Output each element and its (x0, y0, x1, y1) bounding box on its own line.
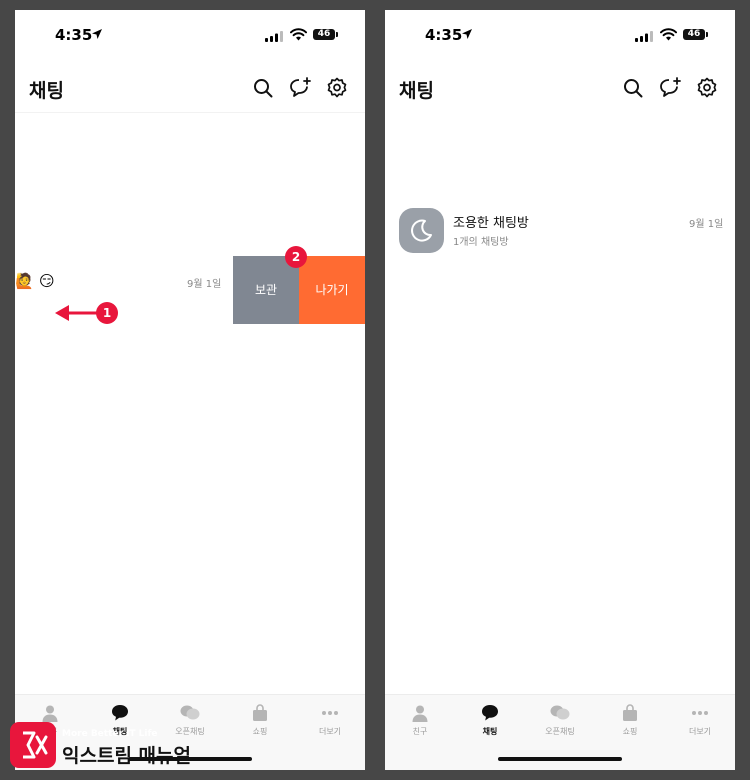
chat-bubble-icon (482, 705, 498, 721)
chat-bubble-icon (112, 705, 128, 721)
tab-label: 쇼핑 (622, 727, 638, 736)
moon-icon (411, 219, 432, 242)
location-arrow-icon (462, 29, 472, 39)
wifi-icon (290, 28, 307, 41)
new-chat-icon[interactable] (658, 76, 682, 100)
status-time: 4:35 (55, 26, 93, 44)
emoji-smirk: 😏 (39, 272, 55, 290)
more-dots-icon (692, 711, 708, 715)
signal-icon (635, 31, 653, 42)
chat-date: 9월 1일 (689, 219, 724, 230)
right-phone-screen: 4:35 46 채팅 조용한 채팅방 1개의 채팅방 9월 1일 친구 채팅 오… (385, 10, 735, 770)
wifi-icon (660, 28, 677, 41)
swipe-left-arrow-icon (55, 305, 97, 321)
watermark-tagline: More Better IT Life (62, 729, 158, 739)
step-badge-2: 2 (285, 246, 307, 268)
header-divider (15, 112, 365, 113)
gear-icon[interactable] (325, 76, 349, 100)
tab-label: 더보기 (688, 727, 712, 736)
signal-icon (265, 31, 283, 42)
tab-shopping[interactable]: 쇼핑 (602, 703, 658, 743)
status-time: 4:35 (425, 26, 463, 44)
tab-chats[interactable]: 채팅 (462, 703, 518, 743)
shopping-bag-icon (253, 704, 267, 721)
sigma-logo-icon (10, 722, 56, 768)
page-title: 채팅 (29, 80, 64, 102)
watermark: More Better IT Life 익스트림 매뉴얼 (10, 722, 270, 772)
status-bar: 4:35 46 (385, 10, 735, 62)
leave-button[interactable]: 나가기 (299, 256, 365, 324)
archived-chats-row[interactable]: 조용한 채팅방 1개의 채팅방 9월 1일 (385, 206, 735, 262)
battery-indicator: 46 (683, 29, 708, 40)
open-chat-icon (550, 705, 570, 720)
new-chat-icon[interactable] (288, 76, 312, 100)
search-icon[interactable] (251, 76, 275, 100)
open-chat-icon (180, 705, 200, 720)
search-icon[interactable] (621, 76, 645, 100)
chat-header: 채팅 (15, 62, 365, 112)
tab-more[interactable]: 더보기 (672, 703, 728, 743)
step-badge-1: 1 (96, 302, 118, 324)
home-indicator[interactable] (498, 757, 622, 761)
page-title: 채팅 (399, 80, 434, 102)
tab-label: 친구 (412, 727, 428, 736)
shopping-bag-icon (623, 704, 637, 721)
tab-friends[interactable]: 친구 (392, 703, 448, 743)
chat-header: 채팅 (385, 62, 735, 112)
location-arrow-icon (92, 29, 102, 39)
emoji-raising-hand: 🙋 (15, 272, 34, 290)
person-icon (412, 705, 428, 722)
watermark-name: 익스트림 매뉴얼 (62, 745, 191, 767)
chat-row-date: 9월 1일 (187, 279, 222, 290)
tab-open-chat[interactable]: 오픈채팅 (532, 703, 588, 743)
avatar (399, 208, 444, 253)
more-dots-icon (322, 711, 338, 715)
tab-more[interactable]: 더보기 (302, 703, 358, 743)
battery-indicator: 46 (313, 29, 338, 40)
person-icon (42, 705, 58, 722)
chat-name: 조용한 채팅방 (453, 216, 529, 231)
tab-label: 채팅 (482, 727, 498, 736)
gear-icon[interactable] (695, 76, 719, 100)
left-phone-screen: 4:35 46 채팅 🙋 😏 9월 1일 보관 나가기 1 2 채팅 오픈채팅 … (15, 10, 365, 770)
status-bar: 4:35 46 (15, 10, 365, 62)
tab-label: 더보기 (318, 727, 342, 736)
chat-preview: 1개의 채팅방 (453, 237, 509, 248)
tab-label: 오픈채팅 (545, 727, 575, 736)
